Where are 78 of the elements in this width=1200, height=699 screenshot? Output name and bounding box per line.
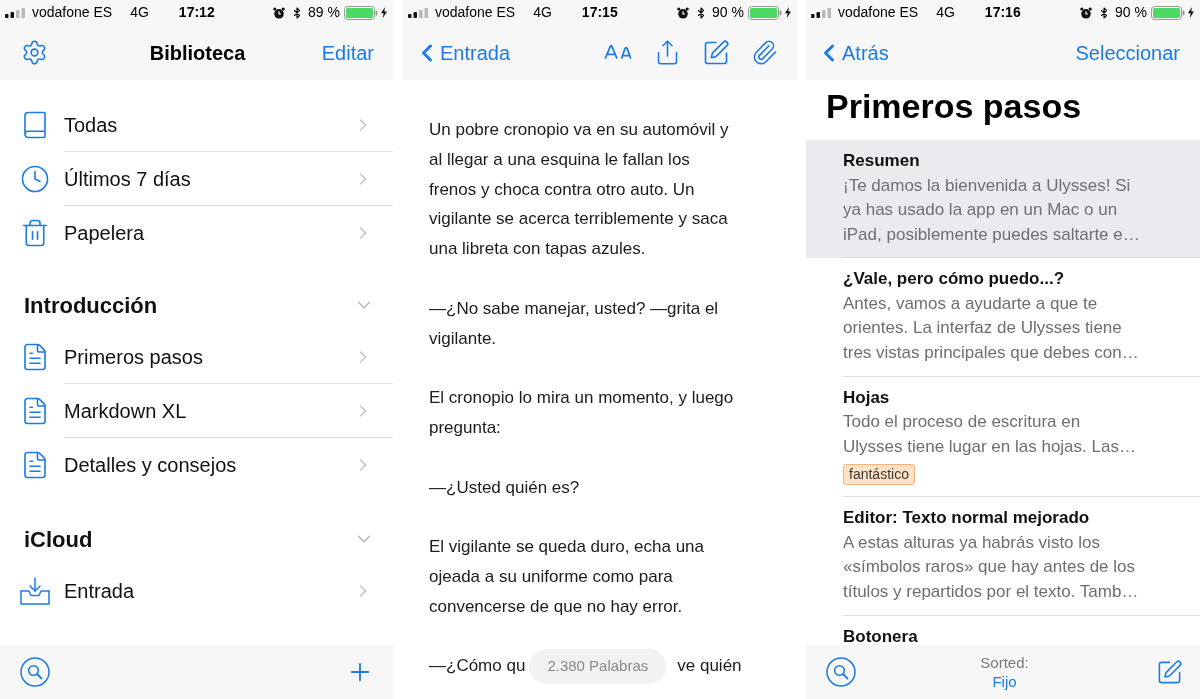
sheet-title: ¿Vale, pero cómo puedo...? <box>843 268 1065 291</box>
item-label: Todas <box>64 112 118 138</box>
sheet-preview: A estas alturas ya habrás visto los «símbolos raros» que hay antes de los títulos y repartidos por el texto. Tamb… <box>843 531 1139 603</box>
body-paragraph: —¿Usted quién es? <box>429 476 580 499</box>
sheet-preview: ¡Te damos la bienvenida a Ulysses! Si ya has usado la app en un Mac o un iPad, posiblemente puedes saltarte e… <box>843 174 1140 246</box>
sort-option-link[interactable]: Fijo <box>992 672 1017 691</box>
library-item[interactable]: Papelera <box>0 206 393 260</box>
alarm-icon <box>1080 6 1093 19</box>
sheet-preview: Todo el proceso de escritura en Ulysses tiene lugar en las hojas. Las… <box>843 411 1136 458</box>
alarm-icon <box>273 6 286 19</box>
back-button[interactable]: Atrás <box>815 37 889 68</box>
battery-icon <box>1151 5 1185 20</box>
library-item[interactable]: Primeros pasos <box>0 330 393 384</box>
signal-icon <box>5 7 27 18</box>
sheet-title: Editor: Texto normal mejorado <box>843 507 1090 530</box>
carrier-name: vodafone ES <box>32 3 113 22</box>
library-item[interactable]: Todas <box>0 98 393 152</box>
body-paragraph: El cronopio lo mira un momento, y luego pregunta: <box>429 387 734 439</box>
battery-percent: 90 % <box>712 3 744 22</box>
back-button[interactable]: Entrada <box>413 37 511 68</box>
battery-icon <box>748 5 782 20</box>
battery-percent: 90 % <box>1115 3 1147 22</box>
charging-bolt-icon <box>1188 7 1194 18</box>
section-title: iCloud <box>24 525 93 554</box>
paperclip-icon[interactable] <box>751 39 778 66</box>
library-item[interactable]: Últimos 7 días <box>0 152 393 206</box>
select-button[interactable]: Seleccionar <box>1075 37 1180 68</box>
item-label: Detalles y consejos <box>64 453 237 478</box>
sheet-item[interactable]: Resumen ¡Te damos la bienvenida a Ulysses! Si ya has usado la app en un Mac o un iPad, posiblemente puedes saltarte e… <box>806 140 1200 259</box>
section-header[interactable]: iCloud <box>0 514 393 564</box>
carrier-name: vodafone ES <box>838 3 919 22</box>
carrier-name: vodafone ES <box>435 3 516 22</box>
clock-icon <box>20 164 50 194</box>
clock-time: 17:16 <box>984 3 1021 22</box>
library-item[interactable]: Detalles y consejos <box>0 438 393 492</box>
network-type: 4G <box>936 3 955 22</box>
edit-button[interactable]: Editar <box>321 37 374 68</box>
battery-percent: 89 % <box>308 3 340 22</box>
clock-time: 17:15 <box>581 3 618 22</box>
sheet-title: Hojas <box>843 386 890 409</box>
screen-title: Biblioteca <box>149 40 246 66</box>
charging-bolt-icon <box>785 7 791 18</box>
page-title: Primeros pasos <box>825 86 1083 126</box>
item-label: Primeros pasos <box>64 344 203 370</box>
network-type: 4G <box>533 3 552 22</box>
signal-icon <box>408 7 430 18</box>
settings-icon[interactable] <box>21 39 48 66</box>
body-text: ve quién <box>677 655 742 678</box>
sort-label: Sorted: <box>980 653 1029 672</box>
section-title: Introducción <box>24 291 158 320</box>
inbox-tray-icon <box>20 577 50 605</box>
body-paragraph: El vigilante se queda duro, echa una ojeada a su uniforme como para convencerse de que no hay error. <box>429 536 705 618</box>
compose-icon[interactable] <box>702 38 730 67</box>
search-icon[interactable] <box>20 657 50 687</box>
network-type: 4G <box>130 3 149 22</box>
sheet-preview: Antes, vamos a ayudarte a que te orientes. La interfaz de Ulysses tiene tres vistas principales que debes con… <box>843 292 1139 364</box>
sheet-title: Botonera <box>843 625 918 645</box>
body-paragraph: —¿No sabe manejar, usted? —grita el vigilante. <box>429 297 719 350</box>
charging-bolt-icon <box>381 7 387 18</box>
body-text: —¿Cómo qu <box>429 655 526 678</box>
item-label: Markdown XL <box>64 398 187 424</box>
library-item[interactable]: Markdown XL <box>0 384 393 438</box>
trash-icon <box>20 218 50 248</box>
clock-time: 17:12 <box>178 3 215 22</box>
item-label: Papelera <box>64 221 145 246</box>
search-icon[interactable] <box>826 657 856 687</box>
item-label: Entrada <box>64 579 135 604</box>
word-count-pill: 2.380 Palabras <box>529 648 667 684</box>
sheet-title: Resumen <box>843 150 920 172</box>
section-header[interactable]: Introducción <box>0 280 393 330</box>
keyword-tag: fantástico <box>843 464 915 486</box>
library-item[interactable]: Entrada <box>0 564 393 618</box>
signal-icon <box>811 7 833 18</box>
body-paragraph: Un pobre cronopio va en su automóvil y al llegar a una esquina le fallan los frenos y choca contra otro auto. Un vigilante se acerca terriblemente y saca una libreta con tapas azules. <box>429 119 729 261</box>
battery-icon <box>344 5 378 20</box>
item-label: Últimos 7 días <box>64 166 191 192</box>
compose-icon[interactable] <box>1156 658 1183 686</box>
alarm-icon <box>677 6 690 19</box>
